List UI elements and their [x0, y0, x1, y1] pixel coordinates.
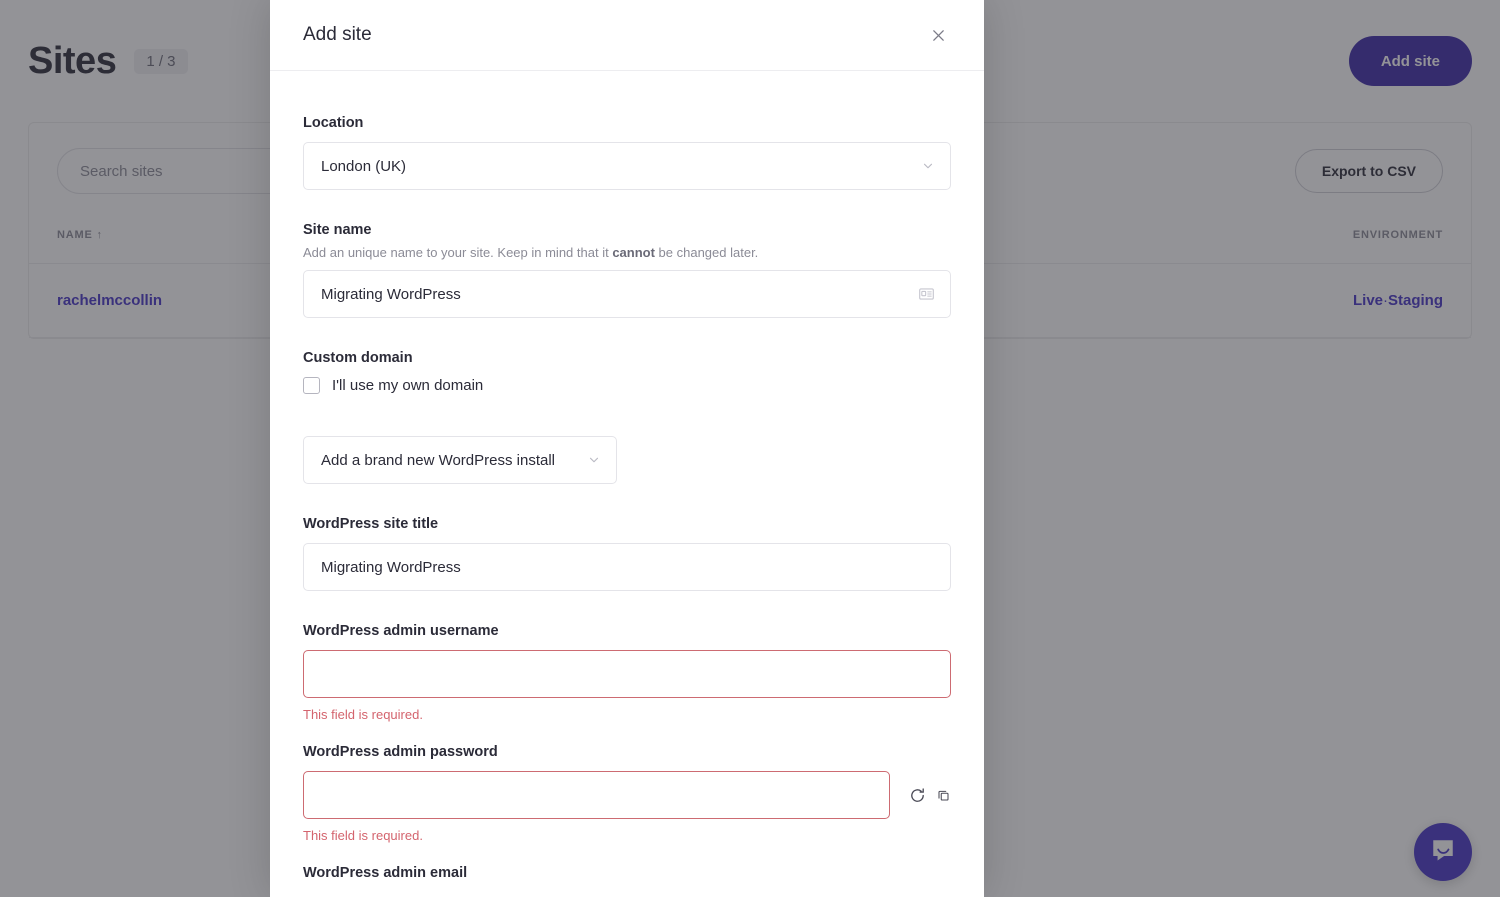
own-domain-checkbox-label: I'll use my own domain — [332, 377, 483, 394]
install-type-select-wrap: Add a brand new WordPress install — [303, 436, 617, 484]
site-name-input[interactable] — [303, 270, 951, 318]
field-install-type: Add a brand new WordPress install — [303, 436, 951, 484]
wp-site-title-input[interactable] — [303, 543, 951, 591]
site-name-input-wrap — [303, 270, 951, 318]
location-label: Location — [303, 115, 951, 131]
site-name-help-bold: cannot — [612, 245, 655, 260]
site-name-help-prefix: Add an unique name to your site. Keep in… — [303, 245, 612, 260]
modal-body: Location London (UK) Site name Add an un… — [270, 71, 984, 881]
wp-admin-username-error: This field is required. — [303, 707, 951, 722]
wp-admin-password-label: WordPress admin password — [303, 744, 951, 760]
wp-site-title-input-wrap — [303, 543, 951, 591]
wp-admin-email-label: WordPress admin email — [303, 865, 951, 881]
close-icon[interactable] — [925, 22, 951, 48]
modal-header: Add site — [270, 0, 984, 71]
wp-admin-username-input[interactable] — [303, 650, 951, 698]
custom-domain-label: Custom domain — [303, 350, 951, 366]
wp-admin-username-label: WordPress admin username — [303, 623, 951, 639]
field-site-name: Site name Add an unique name to your sit… — [303, 222, 951, 318]
wp-admin-password-input[interactable] — [303, 771, 890, 819]
field-custom-domain: Custom domain I'll use my own domain — [303, 350, 951, 394]
location-select-wrap: London (UK) — [303, 142, 951, 190]
custom-domain-checkbox-row[interactable]: I'll use my own domain — [303, 377, 951, 394]
site-name-help: Add an unique name to your site. Keep in… — [303, 245, 951, 260]
field-wp-admin-email: WordPress admin email — [303, 865, 951, 881]
own-domain-checkbox[interactable] — [303, 377, 320, 394]
wp-admin-password-input-wrap — [303, 771, 890, 819]
modal-title: Add site — [303, 24, 372, 46]
id-card-icon[interactable] — [918, 286, 935, 303]
field-wp-site-title: WordPress site title — [303, 516, 951, 591]
wp-admin-password-actions — [908, 786, 951, 805]
site-name-help-suffix: be changed later. — [655, 245, 758, 260]
site-name-label: Site name — [303, 222, 951, 238]
wp-admin-username-input-wrap — [303, 650, 951, 698]
wp-admin-password-row — [303, 771, 951, 819]
field-location: Location London (UK) — [303, 115, 951, 190]
field-wp-admin-password: WordPress admin password — [303, 744, 951, 843]
add-site-modal: Add site Location London (UK) Site name … — [270, 0, 984, 897]
copy-icon[interactable] — [936, 788, 951, 803]
refresh-icon[interactable] — [908, 786, 927, 805]
location-select[interactable]: London (UK) — [303, 142, 951, 190]
install-type-select[interactable]: Add a brand new WordPress install — [303, 436, 617, 484]
wp-site-title-label: WordPress site title — [303, 516, 951, 532]
field-wp-admin-username: WordPress admin username This field is r… — [303, 623, 951, 722]
wp-admin-password-error: This field is required. — [303, 828, 951, 843]
